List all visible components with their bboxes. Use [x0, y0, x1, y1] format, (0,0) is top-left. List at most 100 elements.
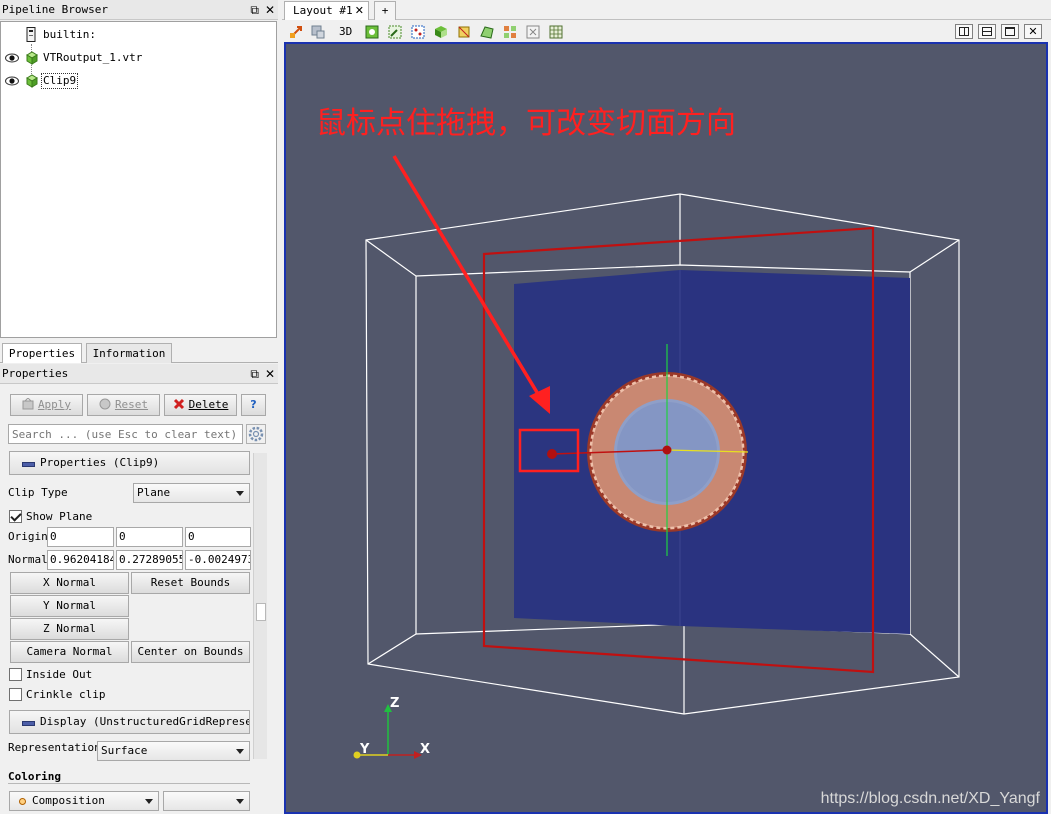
- clip-type-value: Plane: [137, 486, 171, 499]
- y-normal-label: Y Normal: [43, 599, 96, 612]
- normal-label: Normal: [8, 553, 48, 566]
- split-horizontal-button[interactable]: [955, 24, 973, 39]
- show-plane-label: Show Plane: [26, 510, 93, 523]
- reset-camera-icon[interactable]: [288, 24, 304, 40]
- layout-tabbar: Layout #1 ✕ +: [282, 0, 1051, 20]
- tree-item-label: VTRoutput_1.vtr: [43, 51, 143, 64]
- clip-type-select[interactable]: Plane: [133, 483, 250, 503]
- plane-normal-handle[interactable]: [547, 449, 557, 459]
- select-blocks-icon[interactable]: [502, 24, 518, 40]
- maximize-button[interactable]: [1001, 24, 1019, 39]
- render-view[interactable]: 鼠标点住拖拽，可改变切面方向 Z Y X https://blog.csdn.n…: [284, 42, 1048, 814]
- watermark: https://blog.csdn.net/XD_Yangf: [820, 790, 1040, 807]
- toggle-3d-button[interactable]: 3D: [339, 25, 352, 38]
- close-icon[interactable]: ✕: [355, 2, 364, 19]
- close-view-button[interactable]: ✕: [1024, 24, 1042, 39]
- layout-tab-label: Layout #1: [293, 4, 353, 17]
- gear-icon[interactable]: [246, 424, 266, 444]
- z-normal-label: Z Normal: [43, 622, 96, 635]
- reset-label: Reset: [114, 398, 149, 411]
- render-view-icon[interactable]: [364, 24, 380, 40]
- point-data-icon: [19, 798, 26, 805]
- representation-label: Representation: [8, 741, 101, 754]
- chevron-down-icon: [145, 799, 153, 804]
- select-polygon-icon[interactable]: [479, 24, 495, 40]
- y-normal-button[interactable]: Y Normal: [10, 595, 129, 617]
- center-on-bounds-label: Center on Bounds: [137, 645, 244, 658]
- normal-x-input[interactable]: 0.962041842: [47, 550, 114, 570]
- normal-z-input[interactable]: -0.00249735: [185, 550, 251, 570]
- origin-x-input[interactable]: 0: [47, 527, 114, 547]
- select-cells-icon[interactable]: [387, 24, 403, 40]
- maximize-icon: [1005, 27, 1015, 36]
- z-normal-button[interactable]: Z Normal: [10, 618, 129, 640]
- pipeline-tree[interactable]: builtin: VTRoutput_1.vtr Clip9: [0, 21, 277, 338]
- close-icon: ✕: [1028, 25, 1038, 38]
- tab-information[interactable]: Information: [86, 343, 172, 363]
- x-normal-button[interactable]: X Normal: [10, 572, 129, 594]
- plane-origin-handle[interactable]: [662, 445, 672, 455]
- select-points-icon[interactable]: [410, 24, 426, 40]
- split-horizontal-icon: [959, 27, 969, 36]
- representation-select[interactable]: Surface: [97, 741, 250, 761]
- float-icon[interactable]: ⧉: [250, 3, 259, 17]
- search-input[interactable]: [8, 424, 243, 444]
- interactive-select-icon[interactable]: [525, 24, 541, 40]
- origin-label: Origin: [8, 530, 48, 543]
- show-plane-checkbox[interactable]: [9, 510, 22, 523]
- reset-button[interactable]: Reset: [87, 394, 160, 416]
- reset-bounds-button[interactable]: Reset Bounds: [131, 572, 250, 594]
- x-normal-label: X Normal: [43, 576, 96, 589]
- scrollbar-thumb[interactable]: [256, 603, 266, 621]
- section-properties-header[interactable]: Properties (Clip9): [9, 451, 250, 475]
- zoom-closest-icon[interactable]: [310, 24, 326, 40]
- float-icon[interactable]: ⧉: [250, 367, 259, 381]
- collapse-bar-icon: [22, 721, 35, 726]
- normal-y-input[interactable]: 0.272890556: [116, 550, 183, 570]
- axis-x-label: X: [420, 742, 431, 757]
- delete-x-icon: [173, 398, 184, 410]
- origin-y-input[interactable]: 0: [116, 527, 183, 547]
- delete-label: Delete: [188, 398, 229, 411]
- crinkle-clip-checkbox[interactable]: [9, 688, 22, 701]
- select-frustum-points-icon[interactable]: [456, 24, 472, 40]
- tree-item-label: Clip9: [41, 73, 79, 89]
- properties-scrollbar[interactable]: [253, 453, 267, 759]
- inside-out-checkbox[interactable]: [9, 668, 22, 681]
- split-vertical-button[interactable]: [978, 24, 996, 39]
- tab-layout-1[interactable]: Layout #1 ✕: [284, 1, 369, 20]
- annotation-text: 鼠标点住拖拽，可改变切面方向: [316, 106, 736, 141]
- apply-label: Apply: [37, 398, 72, 411]
- tab-properties[interactable]: Properties: [2, 343, 82, 363]
- select-frustum-cells-icon[interactable]: [433, 24, 449, 40]
- coloring-select[interactable]: Composition: [9, 791, 159, 811]
- camera-normal-button[interactable]: Camera Normal: [10, 641, 129, 663]
- reset-icon: [99, 398, 111, 410]
- eye-icon[interactable]: [5, 76, 19, 86]
- pipeline-browser-title: Pipeline Browser ⧉ ✕: [0, 0, 278, 20]
- coloring-value: Composition: [32, 794, 105, 807]
- cube-icon: [26, 51, 38, 65]
- coloring-component-select[interactable]: [163, 791, 250, 811]
- apply-button[interactable]: Apply: [10, 394, 83, 416]
- section-display-header[interactable]: Display (UnstructuredGridRepresen: [9, 710, 250, 734]
- chevron-down-icon: [236, 799, 244, 804]
- cube-icon: [26, 74, 38, 88]
- origin-z-input[interactable]: 0: [185, 527, 251, 547]
- add-layout-button[interactable]: +: [374, 1, 396, 20]
- delete-button[interactable]: Delete: [164, 394, 237, 416]
- clip-type-label: Clip Type: [8, 486, 68, 499]
- eye-icon[interactable]: [5, 53, 19, 63]
- render-scene: [353, 155, 960, 759]
- crinkle-clip-label: Crinkle clip: [26, 688, 106, 701]
- spreadsheet-icon[interactable]: [548, 24, 564, 40]
- collapse-bar-icon: [22, 462, 35, 467]
- tree-item-label: builtin:: [43, 28, 96, 41]
- coloring-divider: [8, 783, 250, 784]
- chevron-down-icon: [236, 491, 244, 496]
- coloring-label: Coloring: [8, 770, 61, 783]
- close-icon[interactable]: ✕: [265, 367, 275, 381]
- close-icon[interactable]: ✕: [265, 3, 275, 17]
- help-button[interactable]: ?: [241, 394, 266, 416]
- center-on-bounds-button[interactable]: Center on Bounds: [131, 641, 250, 663]
